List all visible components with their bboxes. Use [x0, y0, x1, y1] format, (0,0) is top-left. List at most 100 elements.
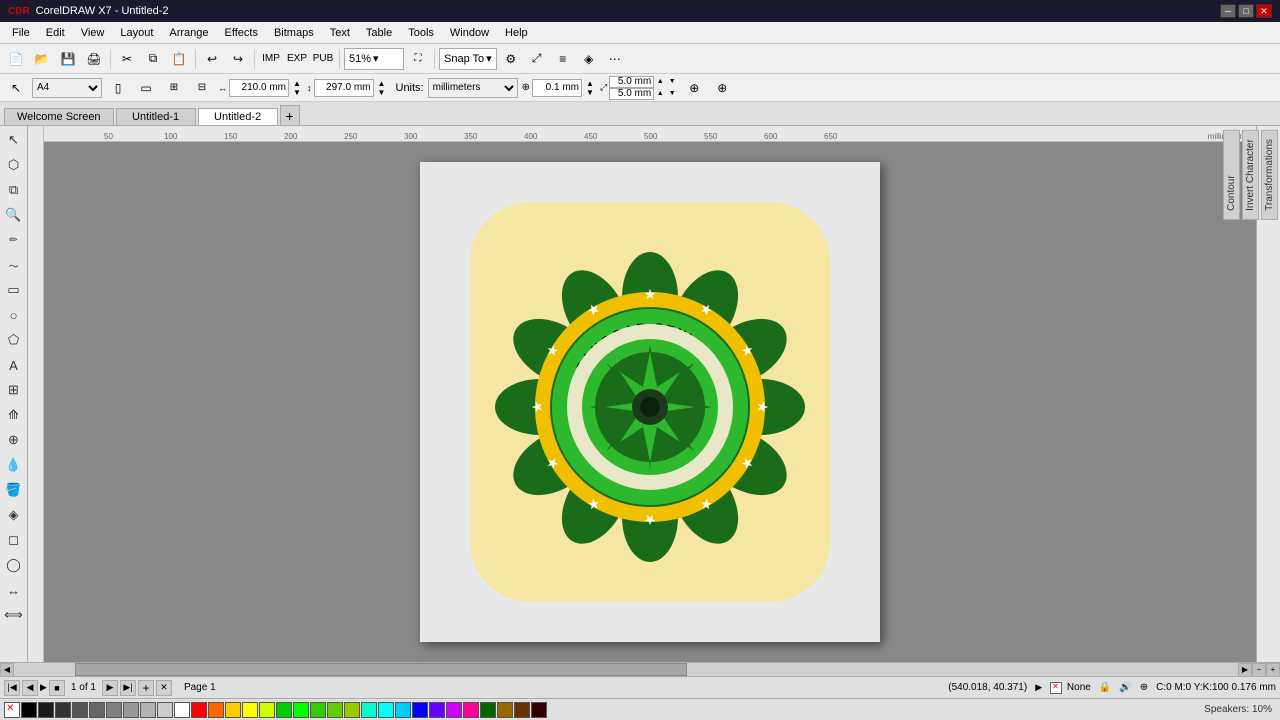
- portrait-btn[interactable]: ▯: [106, 76, 130, 100]
- height-down[interactable]: ▼: [376, 88, 388, 97]
- color-white[interactable]: [174, 702, 190, 718]
- color-yellow-green[interactable]: [259, 702, 275, 718]
- color-gray1[interactable]: [89, 702, 105, 718]
- paper-size-select[interactable]: A4: [32, 78, 102, 98]
- hscroll-track[interactable]: [14, 663, 1238, 676]
- step1-up[interactable]: ▲: [654, 77, 666, 86]
- tab-untitled2[interactable]: Untitled-2: [198, 108, 278, 125]
- color-dark2[interactable]: [55, 702, 71, 718]
- hscroll-left-btn[interactable]: ◀: [0, 663, 14, 677]
- table-tool-btn[interactable]: ⊞: [2, 378, 26, 402]
- menu-bitmaps[interactable]: Bitmaps: [266, 25, 322, 41]
- menu-edit[interactable]: Edit: [38, 25, 73, 41]
- color-magenta[interactable]: [446, 702, 462, 718]
- play-btn[interactable]: ▶: [40, 682, 47, 693]
- nudge-down[interactable]: ▼: [584, 88, 596, 97]
- parallel-tool-btn[interactable]: ⟰: [2, 403, 26, 427]
- tab-add-button[interactable]: +: [280, 105, 300, 125]
- interactive-fill-btn[interactable]: ◈: [2, 503, 26, 527]
- zoom-in-btn[interactable]: +: [1266, 663, 1280, 677]
- eyedrop-tool-btn[interactable]: 💧: [2, 453, 26, 477]
- menu-view[interactable]: View: [73, 25, 113, 41]
- color-green1[interactable]: [276, 702, 292, 718]
- zoom-tool-btn[interactable]: 🔍: [2, 203, 26, 227]
- select-tool[interactable]: ↖: [4, 76, 28, 100]
- units-select[interactable]: millimeters inches pixels: [428, 78, 518, 98]
- stop-btn[interactable]: ■: [49, 680, 65, 696]
- color-cyan[interactable]: [378, 702, 394, 718]
- tab-untitled1[interactable]: Untitled-1: [116, 108, 196, 125]
- fill-tool-btn[interactable]: 🪣: [2, 478, 26, 502]
- color-pink[interactable]: [463, 702, 479, 718]
- page-options-btn[interactable]: ⊞: [162, 76, 186, 100]
- rect-tool-btn[interactable]: ▭: [2, 278, 26, 302]
- first-page-btn[interactable]: |◀: [4, 680, 20, 696]
- landscape-btn[interactable]: ▭: [134, 76, 158, 100]
- nudge-input[interactable]: [532, 79, 582, 97]
- snap-to-dropdown[interactable]: Snap To ▾: [439, 48, 497, 70]
- color-dark1[interactable]: [38, 702, 54, 718]
- color-orange[interactable]: [208, 702, 224, 718]
- text-tool-btn[interactable]: A: [2, 353, 26, 377]
- menu-window[interactable]: Window: [442, 25, 497, 41]
- no-fill-swatch[interactable]: [4, 702, 20, 718]
- crosshair-btn[interactable]: ⊕: [682, 76, 706, 100]
- hscroll-thumb[interactable]: [75, 663, 687, 676]
- align-button[interactable]: ≡: [551, 47, 575, 71]
- transformations-tab[interactable]: Transformations: [1261, 130, 1278, 220]
- minimize-button[interactable]: ─: [1220, 4, 1236, 18]
- copy-button[interactable]: ⧉: [141, 47, 165, 71]
- zoom-dropdown[interactable]: 51% ▾: [344, 48, 404, 70]
- color-green2[interactable]: [293, 702, 309, 718]
- open-button[interactable]: 📂: [30, 47, 54, 71]
- publish-button[interactable]: PUB: [311, 47, 335, 71]
- height-input[interactable]: [314, 79, 374, 97]
- canvas-background[interactable]: ★ ★ ★ ★ ★ ★ ★ ★ ★ ★: [44, 142, 1256, 662]
- document-page[interactable]: ★ ★ ★ ★ ★ ★ ★ ★ ★ ★: [420, 162, 880, 642]
- transparency-tool-btn[interactable]: ◻: [2, 528, 26, 552]
- color-light1[interactable]: [140, 702, 156, 718]
- height-up[interactable]: ▲: [376, 79, 388, 88]
- delete-page-btn[interactable]: ✕: [156, 680, 172, 696]
- new-button[interactable]: 📄: [4, 47, 28, 71]
- zoom-add-btn[interactable]: ⊕: [710, 76, 734, 100]
- color-dark3[interactable]: [72, 702, 88, 718]
- color-blue[interactable]: [412, 702, 428, 718]
- polygon-tool-btn[interactable]: ⬠: [2, 328, 26, 352]
- dynamic-button[interactable]: ◈: [577, 47, 601, 71]
- width-input[interactable]: [229, 79, 289, 97]
- ellipse-tool-btn[interactable]: ○: [2, 303, 26, 327]
- step1-input[interactable]: [609, 76, 654, 88]
- step1-down[interactable]: ▼: [666, 77, 678, 86]
- select-tool-btn[interactable]: ↖: [2, 128, 26, 152]
- full-screen-button[interactable]: ⛶: [406, 47, 430, 71]
- transform-button[interactable]: ⤢: [525, 47, 549, 71]
- canvas-area[interactable]: 50 100 150 200 250 300 350 400 450 500 5…: [28, 126, 1256, 662]
- close-button[interactable]: ✕: [1256, 4, 1272, 18]
- color-gray3[interactable]: [123, 702, 139, 718]
- next-page-btn[interactable]: ▶: [102, 680, 118, 696]
- step2-up[interactable]: ▲: [654, 89, 666, 98]
- options-button[interactable]: ⚙: [499, 47, 523, 71]
- smart-draw-btn[interactable]: 〜: [2, 253, 26, 277]
- menu-tools[interactable]: Tools: [400, 25, 442, 41]
- color-red[interactable]: [191, 702, 207, 718]
- menu-layout[interactable]: Layout: [112, 25, 161, 41]
- print-button[interactable]: 🖨: [82, 47, 106, 71]
- hscroll-right-btn[interactable]: ▶: [1238, 663, 1252, 677]
- paste-button[interactable]: 📋: [167, 47, 191, 71]
- color-teal[interactable]: [361, 702, 377, 718]
- blend-tool-btn[interactable]: ⊕: [2, 428, 26, 452]
- step2-input[interactable]: [609, 88, 654, 100]
- export-button[interactable]: EXP: [285, 47, 309, 71]
- maximize-button[interactable]: □: [1238, 4, 1254, 18]
- color-green4[interactable]: [327, 702, 343, 718]
- color-sky[interactable]: [395, 702, 411, 718]
- prev-page-btn[interactable]: ◀: [22, 680, 38, 696]
- menu-text[interactable]: Text: [322, 25, 358, 41]
- color-black[interactable]: [21, 702, 37, 718]
- color-brown1[interactable]: [497, 702, 513, 718]
- step2-down[interactable]: ▼: [666, 89, 678, 98]
- freehand-tool-btn[interactable]: ✏: [2, 228, 26, 252]
- save-button[interactable]: 💾: [56, 47, 80, 71]
